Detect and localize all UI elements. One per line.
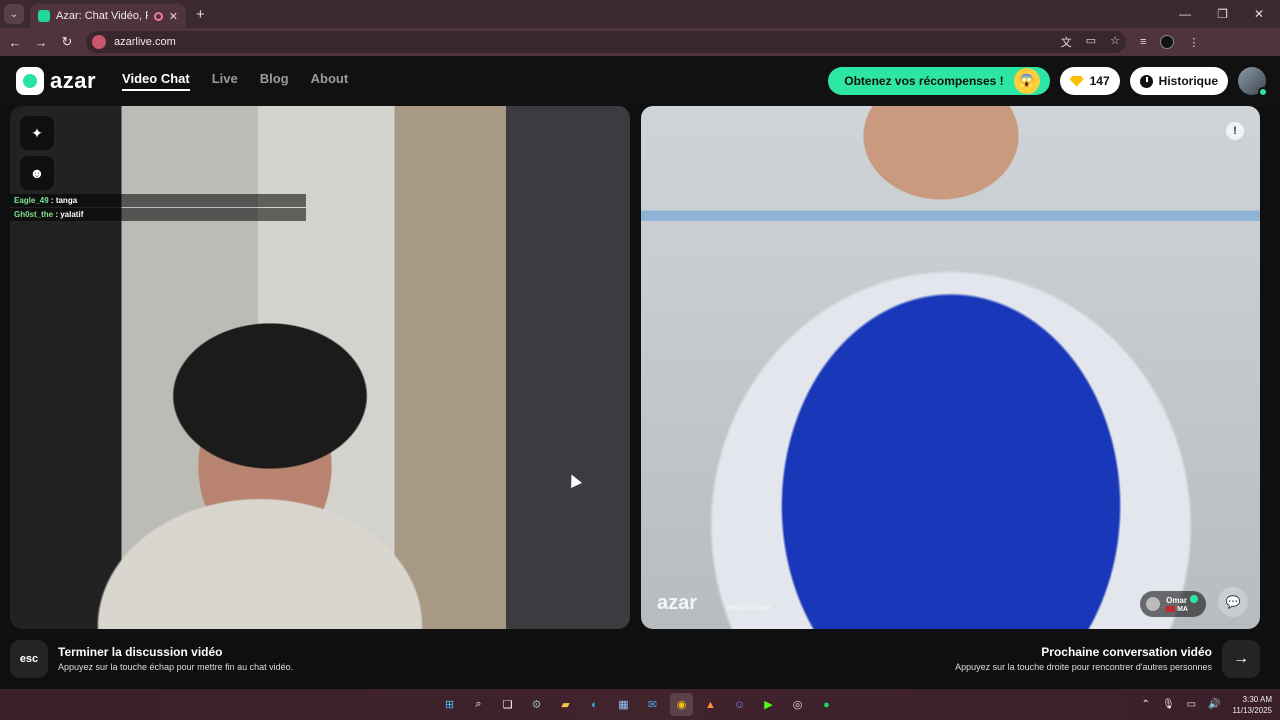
kick-icon[interactable]: ▶ (757, 693, 780, 716)
nav-about[interactable]: About (311, 71, 349, 91)
peer-name: Omar (1166, 595, 1187, 605)
chat-message: Eagle_49 : tanga (10, 194, 306, 207)
face-mask-icon[interactable]: ☻ (20, 156, 54, 190)
bookmark-star-icon[interactable]: ☆ (1110, 34, 1120, 50)
clock-time: 3:30 AM (1242, 694, 1272, 704)
tab-title: Azar: Chat Vidéo, Rencontr (56, 10, 148, 22)
morocco-flag-icon (1166, 606, 1176, 612)
network-icon[interactable]: ▭ (1187, 699, 1196, 710)
window-controls: — ❐ ✕ (1179, 7, 1280, 21)
gems-button[interactable]: 147 (1059, 67, 1120, 95)
nav-video-chat[interactable]: Video Chat (122, 71, 190, 91)
user-avatar[interactable] (1238, 67, 1268, 97)
tray-chevron-icon[interactable]: ⌃ (1142, 699, 1150, 710)
logo-mark-icon (16, 67, 44, 95)
file-explorer-icon[interactable]: ▰ (554, 693, 577, 716)
maximize-icon[interactable]: ❐ (1217, 7, 1228, 21)
profile-icon[interactable] (1160, 35, 1175, 49)
peer-video: ! azar fe3Gu7RZab7 Omar MA 💬 (641, 106, 1260, 629)
task-view-icon[interactable]: ❏ (496, 693, 519, 716)
rewards-label: Obtenez vos récompenses ! (844, 74, 1004, 88)
chrome-icon[interactable]: ◉ (670, 693, 693, 716)
effects-sparkle-icon[interactable]: ✦ (20, 116, 54, 150)
url-bar[interactable]: azarlive.com 文 ▭ ☆ (86, 31, 1126, 53)
gift-emoji-icon: 😱 (1013, 68, 1040, 94)
settings-gear-icon[interactable]: ⚙ (525, 693, 548, 716)
gems-count: 147 (1089, 74, 1110, 88)
taskbar-clock[interactable]: 3:30 AM 11/13/2025 (1233, 694, 1272, 716)
app-orange-icon[interactable]: ▲ (699, 693, 722, 716)
next-chat-title: Prochaine conversation vidéo (1041, 645, 1212, 659)
main-nav: Video Chat Live Blog About (122, 71, 348, 91)
end-chat-button[interactable]: esc (10, 640, 48, 678)
nav-blog[interactable]: Blog (260, 71, 289, 91)
peer-avatar-icon (1146, 597, 1161, 611)
gem-icon (1069, 75, 1084, 87)
peer-info-badge[interactable]: Omar MA (1140, 591, 1206, 617)
azar-favicon-icon (38, 10, 50, 22)
browser-tab[interactable]: Azar: Chat Vidéo, Rencontr ✕ (30, 4, 186, 28)
end-chat-hint: Appuyez sur la touche échap pour mettre … (58, 662, 294, 672)
discord-icon[interactable]: ☺ (728, 693, 751, 716)
chat-log: Eagle_49 : tanga Gh0st_the : yalatif (10, 194, 306, 222)
recording-icon (153, 11, 163, 21)
windows-start-icon[interactable]: ⊞ (438, 693, 461, 716)
peer-country: MA (1177, 605, 1188, 613)
close-window-icon[interactable]: ✕ (1254, 7, 1264, 21)
azar-logo[interactable]: azar (16, 67, 96, 95)
browser-tab-bar: ⌄ Azar: Chat Vidéo, Rencontr ✕ + — ❐ ✕ (0, 0, 1280, 28)
system-tray: ⌃ 🎙 ▭ 🔊 3:30 AM 11/13/2025 (1142, 689, 1272, 720)
mail-icon[interactable]: ✉ (641, 693, 664, 716)
volume-icon[interactable]: 🔊 (1208, 699, 1220, 710)
search-icon[interactable]: ⌕ (467, 693, 490, 716)
clock-icon (1139, 74, 1153, 88)
call-controls: esc Terminer la discussion vidéo Appuyez… (0, 629, 1280, 689)
watermark-id: fe3Gu7RZab7 (727, 605, 771, 612)
new-tab-icon[interactable]: + (196, 6, 205, 23)
azar-watermark: azar (657, 592, 698, 614)
close-icon[interactable]: ✕ (169, 10, 178, 23)
next-arrow-icon[interactable]: → (1222, 640, 1260, 678)
nav-live[interactable]: Live (212, 71, 238, 91)
menu-dots-icon[interactable]: ⋮ (1188, 36, 1199, 49)
reading-list-icon[interactable]: ≡ (1140, 36, 1146, 48)
online-badge (1258, 87, 1268, 97)
self-video: ✦ ☻ Eagle_49 : tanga Gh0st_the : yalatif (10, 106, 630, 629)
next-chat-hint: Appuyez sur la touche droite pour rencon… (955, 662, 1212, 672)
address-bar-row: ← → ↻ azarlive.com 文 ▭ ☆ ≡ ⋮ (0, 28, 1280, 56)
translate-icon[interactable]: 文 (1061, 34, 1072, 50)
history-button[interactable]: Historique (1129, 67, 1228, 95)
history-label: Historique (1158, 74, 1218, 88)
url-text[interactable]: azarlive.com (114, 36, 1053, 48)
end-chat-title: Terminer la discussion vidéo (58, 645, 223, 659)
store-icon[interactable]: ▦ (612, 693, 635, 716)
clock-date: 11/13/2025 (1232, 705, 1272, 715)
microphone-icon[interactable]: 🎙 (1162, 699, 1175, 710)
rewards-button[interactable]: Obtenez vos récompenses ! 😱 (828, 67, 1050, 95)
reload-icon[interactable]: ↻ (56, 34, 78, 50)
back-icon[interactable]: ← (4, 35, 26, 50)
chat-bubble-icon[interactable]: 💬 (1218, 587, 1248, 617)
os-taskbar: ⊞ ⌕ ❏ ⚙ ▰ ◐ ▦ ✉ ◉ ▲ ☺ ▶ ◎ ● ⌃ 🎙 ▭ 🔊 3:30… (0, 689, 1280, 720)
obs-icon[interactable]: ◎ (786, 693, 809, 716)
chat-message: Gh0st_the : yalatif (10, 208, 306, 221)
cast-icon[interactable]: ▭ (1086, 34, 1096, 50)
edge-browser-icon[interactable]: ◐ (583, 693, 606, 716)
forward-icon[interactable]: → (30, 35, 52, 50)
site-header: azar Video Chat Live Blog About Obtenez … (0, 56, 1280, 106)
verified-icon (1190, 594, 1198, 603)
report-icon[interactable]: ! (1226, 122, 1244, 140)
tab-search-icon[interactable]: ⌄ (4, 4, 24, 24)
spotify-icon[interactable]: ● (815, 693, 838, 716)
logo-text: azar (50, 68, 97, 93)
minimize-icon[interactable]: — (1179, 7, 1191, 21)
site-info-icon[interactable] (92, 35, 106, 49)
